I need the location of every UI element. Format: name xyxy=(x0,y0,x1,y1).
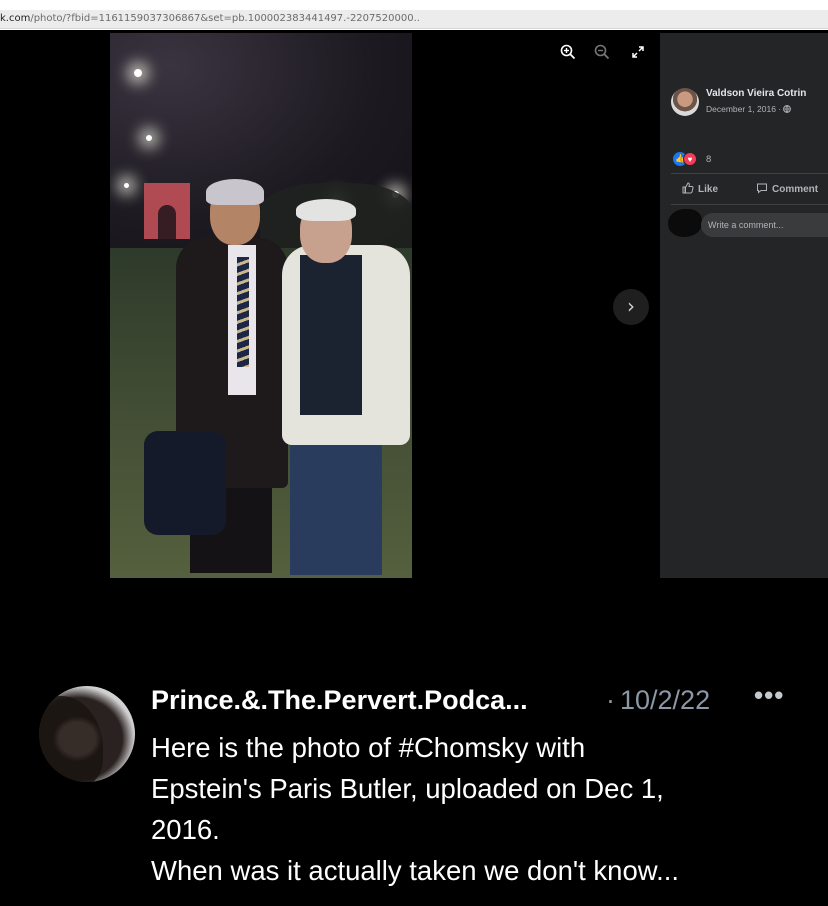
tweet-line: 2016. xyxy=(151,814,220,845)
post-sidebar: Valdson Vieira Cotrin December 1, 2016 ·… xyxy=(660,33,828,578)
author-avatar[interactable] xyxy=(671,88,699,116)
tweet-text-segment: with xyxy=(528,732,586,763)
tweet-line: When was it actually taken we don't know… xyxy=(151,855,680,886)
url-host: k.com xyxy=(0,13,31,24)
globe-icon xyxy=(783,104,792,114)
comment-label: Comment xyxy=(772,184,819,195)
tweet-text: Here is the photo of #Chomsky with Epste… xyxy=(151,727,811,891)
person-left-hair xyxy=(206,179,264,205)
tweet-line: Here is the photo of #Chomsky with xyxy=(151,727,811,768)
tweet-line: Epstein's Paris Butler, uploaded on Dec … xyxy=(151,773,664,804)
photo[interactable] xyxy=(110,33,412,578)
next-photo-button[interactable]: › xyxy=(613,289,649,325)
hashtag-link[interactable]: #Chomsky xyxy=(399,732,529,763)
love-reaction-icon: ♥ xyxy=(683,152,697,166)
comment-input[interactable]: Write a comment... xyxy=(701,213,828,237)
tweet: Prince.&.The.Pervert.Podca... · 10/2/22 … xyxy=(0,578,828,906)
tweet-author-name[interactable]: Prince.&.The.Pervert.Podca... xyxy=(151,685,528,716)
arc-de-triomphe xyxy=(144,183,190,239)
avatar-hair xyxy=(39,696,103,782)
commenter-avatar-redacted xyxy=(668,209,702,237)
tweet-text-segment: Here is the photo of xyxy=(151,732,399,763)
like-button[interactable]: Like xyxy=(682,182,718,195)
chevron-right-icon: › xyxy=(627,294,635,318)
url-field[interactable]: k.com/photo/?fbid=1161159037306867&set=p… xyxy=(0,10,828,29)
zoom-in-icon[interactable] xyxy=(558,44,578,64)
person-right-sweater xyxy=(300,255,362,415)
street-light xyxy=(134,69,142,77)
post-date[interactable]: December 1, 2016 · xyxy=(706,104,792,114)
expand-icon[interactable] xyxy=(628,44,648,64)
thumbs-up-icon xyxy=(682,182,694,194)
zoom-out-icon[interactable] xyxy=(592,44,612,64)
post-date-text: December 1, 2016 · xyxy=(706,104,784,114)
reaction-icons[interactable]: 👍 ♥ xyxy=(673,152,705,166)
tweet-date[interactable]: 10/2/22 xyxy=(620,685,710,716)
like-label: Like xyxy=(698,184,719,195)
photo-viewer: › Valdson Vieira Cotrin December 1, 2016… xyxy=(0,30,828,578)
person-right-hair xyxy=(296,199,356,221)
tweet-separator: · xyxy=(606,685,615,715)
divider xyxy=(671,173,828,174)
divider xyxy=(671,204,828,205)
comment-button[interactable]: Comment xyxy=(756,182,818,195)
street-light xyxy=(124,183,129,188)
reaction-count[interactable]: 8 xyxy=(706,154,711,165)
url-path: /photo/?fbid=1161159037306867&set=pb.100… xyxy=(30,13,420,24)
more-options-icon[interactable]: ••• xyxy=(754,680,784,711)
comment-icon xyxy=(757,183,767,194)
street-light xyxy=(146,135,152,141)
handbag xyxy=(144,431,226,535)
tweet-author-avatar[interactable] xyxy=(39,686,135,782)
author-name[interactable]: Valdson Vieira Cotrin xyxy=(706,88,806,99)
person-right-legs xyxy=(290,425,382,575)
person-left-tie xyxy=(237,257,249,367)
browser-url-bar[interactable]: k.com/photo/?fbid=1161159037306867&set=p… xyxy=(0,0,828,30)
